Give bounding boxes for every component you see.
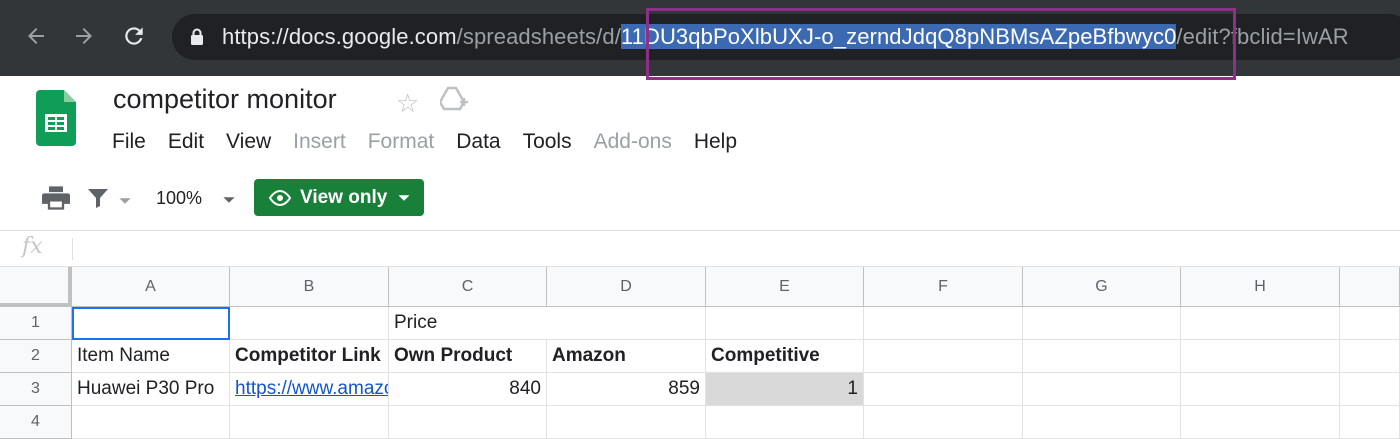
row-header-2[interactable]: 2 bbox=[0, 340, 72, 373]
cell-g2[interactable] bbox=[1023, 340, 1181, 373]
toolbar: 100% bbox=[0, 178, 1400, 218]
forward-arrow-icon bbox=[76, 28, 92, 44]
cell-h2[interactable] bbox=[1181, 340, 1340, 373]
menu-insert[interactable]: Insert bbox=[293, 130, 346, 158]
row-header-1[interactable]: 1 bbox=[0, 307, 72, 340]
menu-tools[interactable]: Tools bbox=[523, 130, 572, 158]
column-header-e[interactable]: E bbox=[706, 267, 864, 307]
lock-icon[interactable] bbox=[190, 28, 204, 46]
cell-d1[interactable] bbox=[547, 307, 706, 340]
cell-c2[interactable]: Own Product bbox=[389, 340, 547, 373]
row-header-3[interactable]: 3 bbox=[0, 373, 72, 406]
reload-button[interactable] bbox=[112, 14, 156, 58]
cell-e3[interactable]: 1 bbox=[706, 373, 864, 406]
url-host: https://docs.google.com bbox=[222, 24, 457, 49]
menu-addons[interactable]: Add-ons bbox=[594, 130, 672, 158]
cell-g4[interactable] bbox=[1023, 406, 1181, 439]
menu-bar: File Edit View Insert Format Data Tools … bbox=[112, 130, 759, 158]
column-header-h[interactable]: H bbox=[1181, 267, 1340, 307]
menu-edit[interactable]: Edit bbox=[168, 130, 204, 158]
zoom-value: 100% bbox=[156, 187, 203, 208]
column-header-f[interactable]: F bbox=[864, 267, 1023, 307]
column-header-overflow[interactable] bbox=[1340, 267, 1400, 307]
cell-a1[interactable] bbox=[72, 307, 230, 340]
cell-e2[interactable]: Competitive bbox=[706, 340, 864, 373]
cell-a2[interactable]: Item Name bbox=[72, 340, 230, 373]
filter-button[interactable] bbox=[86, 178, 132, 218]
toolbar-divider bbox=[0, 230, 1400, 231]
print-button[interactable] bbox=[42, 178, 70, 218]
cell-a4[interactable] bbox=[72, 406, 230, 439]
cell-b2[interactable]: Competitor Link bbox=[230, 340, 389, 373]
cell-g1[interactable] bbox=[1023, 307, 1181, 340]
forward-button[interactable] bbox=[62, 14, 106, 58]
cell-a3[interactable]: Huawei P30 Pro bbox=[72, 373, 230, 406]
cell-e4[interactable] bbox=[706, 406, 864, 439]
cell-f1[interactable] bbox=[864, 307, 1023, 340]
fx-icon: fx bbox=[22, 234, 43, 259]
zoom-select[interactable]: 100% bbox=[156, 178, 236, 218]
column-header-g[interactable]: G bbox=[1023, 267, 1181, 307]
view-only-button[interactable]: View only bbox=[254, 179, 424, 216]
menu-format[interactable]: Format bbox=[368, 130, 435, 158]
cell-i4[interactable] bbox=[1340, 406, 1400, 439]
back-arrow-icon bbox=[28, 28, 44, 44]
select-all-corner[interactable] bbox=[0, 267, 72, 307]
move-to-drive-icon[interactable] bbox=[440, 86, 468, 112]
column-header-b[interactable]: B bbox=[230, 267, 389, 307]
column-header-a[interactable]: A bbox=[72, 267, 230, 307]
back-button[interactable] bbox=[14, 14, 58, 58]
url-id-highlight-box bbox=[646, 8, 1236, 80]
print-icon bbox=[42, 186, 70, 210]
menu-view[interactable]: View bbox=[226, 130, 271, 158]
column-header-c[interactable]: C bbox=[389, 267, 547, 307]
chevron-down-icon bbox=[119, 198, 131, 204]
cell-f4[interactable] bbox=[864, 406, 1023, 439]
cell-b4[interactable] bbox=[230, 406, 389, 439]
view-only-label: View only bbox=[300, 186, 388, 208]
chevron-down-icon bbox=[223, 197, 235, 203]
filter-icon bbox=[88, 189, 108, 208]
cell-h1[interactable] bbox=[1181, 307, 1340, 340]
menu-data[interactable]: Data bbox=[456, 130, 500, 158]
cell-c3[interactable]: 840 bbox=[389, 373, 547, 406]
document-title[interactable]: competitor monitor bbox=[113, 84, 337, 115]
row-header-4[interactable]: 4 bbox=[0, 406, 72, 439]
chevron-down-icon bbox=[398, 194, 410, 201]
cell-i3[interactable] bbox=[1340, 373, 1400, 406]
cell-d2[interactable]: Amazon bbox=[547, 340, 706, 373]
url-path: /spreadsheets/d/ bbox=[456, 24, 621, 49]
cell-i1[interactable] bbox=[1340, 307, 1400, 340]
reload-icon bbox=[125, 27, 143, 45]
cell-c1[interactable]: Price bbox=[389, 307, 547, 340]
star-icon[interactable]: ☆ bbox=[396, 88, 419, 119]
cell-h3[interactable] bbox=[1181, 373, 1340, 406]
cell-d4[interactable] bbox=[547, 406, 706, 439]
cell-b1[interactable] bbox=[230, 307, 389, 340]
cell-f3[interactable] bbox=[864, 373, 1023, 406]
cell-i2[interactable] bbox=[1340, 340, 1400, 373]
cell-g3[interactable] bbox=[1023, 373, 1181, 406]
menu-help[interactable]: Help bbox=[694, 130, 737, 158]
menu-file[interactable]: File bbox=[112, 130, 146, 158]
cell-f2[interactable] bbox=[864, 340, 1023, 373]
formula-separator bbox=[72, 238, 73, 260]
cell-b3-link[interactable]: https://www.amazon bbox=[230, 373, 389, 406]
sheets-logo-icon[interactable] bbox=[36, 90, 76, 146]
column-header-d[interactable]: D bbox=[547, 267, 706, 307]
eye-icon bbox=[268, 189, 292, 206]
cell-h4[interactable] bbox=[1181, 406, 1340, 439]
cell-e1[interactable] bbox=[706, 307, 864, 340]
cell-c4[interactable] bbox=[389, 406, 547, 439]
cell-d3[interactable]: 859 bbox=[547, 373, 706, 406]
